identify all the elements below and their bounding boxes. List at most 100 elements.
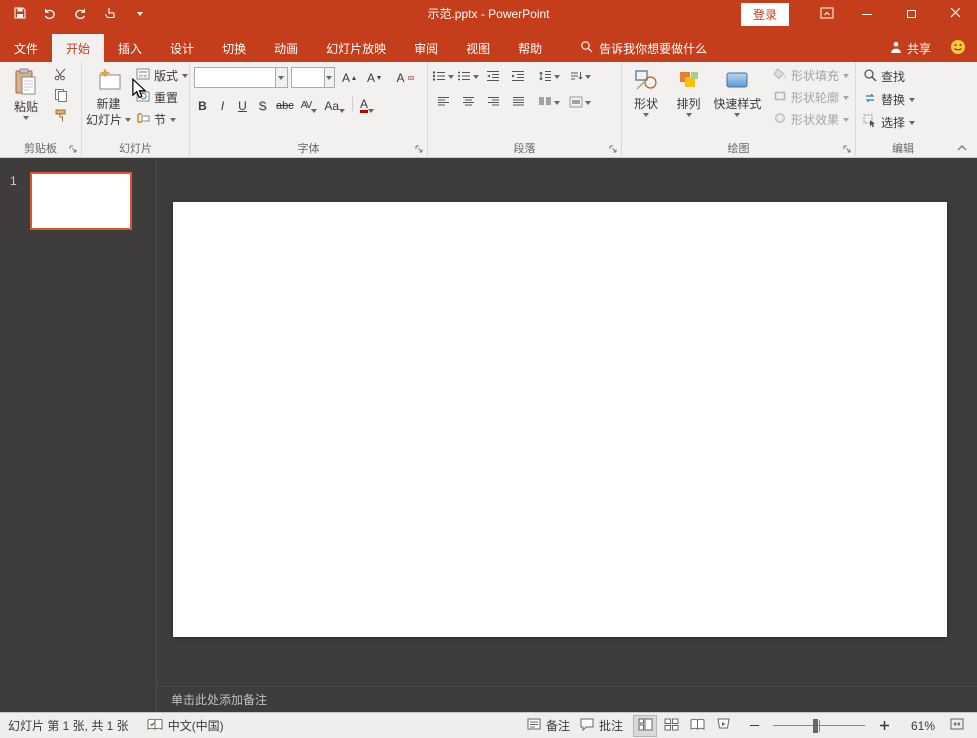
slide-indicator[interactable]: 幻灯片 第 1 张, 共 1 张 [8, 717, 129, 734]
touch-mode-button[interactable] [98, 2, 122, 26]
select-dropdown-icon [909, 121, 915, 125]
clear-formatting-button[interactable]: A [394, 68, 416, 88]
zoom-out-button[interactable] [745, 716, 763, 736]
format-painter-button[interactable] [50, 107, 72, 127]
change-case-button[interactable]: Aa [322, 95, 347, 113]
bullets-button[interactable] [432, 67, 454, 87]
zoom-slider-thumb[interactable] [813, 719, 818, 733]
select-button[interactable]: 选择 [860, 112, 947, 133]
slide-canvas[interactable] [173, 202, 947, 637]
tab-transitions[interactable]: 切换 [208, 34, 260, 62]
shape-outline-button[interactable]: 形状轮廓 [770, 87, 852, 108]
undo-button[interactable] [38, 2, 62, 26]
tab-view[interactable]: 视图 [452, 34, 504, 62]
font-color-button[interactable]: A [358, 95, 376, 113]
font-dialog-launcher[interactable] [413, 143, 425, 155]
cut-icon [54, 67, 68, 84]
character-spacing-button[interactable]: AV [299, 95, 320, 113]
tell-me-search[interactable]: 告诉我你想要做什么 [572, 34, 715, 62]
feedback-smiley-button[interactable] [947, 37, 969, 59]
shape-effects-button[interactable]: 形状效果 [770, 109, 852, 130]
increase-font-size-button[interactable]: A [338, 68, 360, 88]
comments-toggle-button[interactable]: 批注 [580, 717, 623, 734]
slide-thumbnail-1[interactable] [30, 172, 132, 230]
font-size-dropdown[interactable] [324, 68, 334, 87]
zoom-slider[interactable] [773, 715, 865, 737]
align-left-button[interactable] [432, 93, 454, 113]
font-name-input[interactable] [195, 68, 275, 87]
increase-indent-button[interactable] [507, 67, 529, 87]
align-text-button[interactable] [569, 93, 591, 113]
reset-button[interactable]: 重置 [133, 87, 191, 108]
tab-insert[interactable]: 插入 [104, 34, 156, 62]
new-slide-button[interactable]: 新建 幻灯片 [86, 65, 131, 130]
view-slideshow-button[interactable] [711, 715, 735, 737]
paste-button[interactable]: 粘贴 [4, 65, 48, 127]
ribbon-display-options-button[interactable] [809, 0, 845, 28]
tab-home[interactable]: 开始 [52, 34, 104, 62]
layout-button[interactable]: 版式 [133, 65, 191, 86]
maximize-button[interactable] [889, 0, 933, 28]
align-center-button[interactable] [457, 93, 479, 113]
fit-slide-to-window-button[interactable] [945, 715, 969, 737]
text-shadow-button[interactable]: S [254, 95, 271, 113]
sign-in-button[interactable]: 登录 [741, 3, 789, 26]
collapse-ribbon-button[interactable] [953, 140, 971, 154]
clipboard-dialog-launcher[interactable] [67, 143, 79, 155]
strikethrough-button[interactable]: abc [274, 95, 296, 113]
tab-design[interactable]: 设计 [156, 34, 208, 62]
section-button[interactable]: 节 [133, 109, 191, 130]
feedback-icon [950, 39, 966, 58]
language-indicator[interactable]: 中文(中国) [147, 717, 224, 734]
numbering-dropdown-icon [473, 75, 479, 79]
save-button[interactable] [8, 2, 32, 26]
zoom-in-button[interactable] [875, 716, 893, 736]
underline-button[interactable]: U [234, 95, 251, 113]
columns-button[interactable] [538, 93, 560, 113]
customize-qat-button[interactable] [128, 2, 152, 26]
view-slide-sorter-button[interactable] [659, 715, 683, 737]
slide-thumbnail-panel[interactable]: 1 [0, 158, 157, 712]
zoom-level[interactable]: 61% [903, 719, 935, 733]
notes-toggle-button[interactable]: 备注 [527, 717, 570, 734]
shapes-button[interactable]: 形状 [626, 65, 666, 130]
decrease-font-size-button[interactable]: A [363, 68, 385, 88]
tab-slideshow[interactable]: 幻灯片放映 [312, 34, 400, 62]
bold-button[interactable]: B [194, 95, 211, 113]
quick-styles-button[interactable]: 快速样式 [711, 65, 764, 130]
view-normal-button[interactable] [633, 715, 657, 737]
font-name-dropdown[interactable] [275, 68, 287, 87]
share-button[interactable]: 共享 [890, 40, 931, 57]
italic-button[interactable]: I [214, 95, 231, 113]
drawing-dialog-launcher[interactable] [841, 143, 853, 155]
view-reading-button[interactable] [685, 715, 709, 737]
tab-help[interactable]: 帮助 [504, 34, 556, 62]
notes-pane[interactable]: 单击此处添加备注 [157, 686, 977, 712]
tab-animations[interactable]: 动画 [260, 34, 312, 62]
find-button[interactable]: 查找 [860, 66, 947, 87]
arrange-button[interactable]: 排列 [668, 65, 708, 130]
group-slides: 新建 幻灯片 版式 重置 [82, 62, 190, 157]
cut-button[interactable] [50, 65, 72, 85]
numbering-button[interactable] [457, 67, 479, 87]
font-size-input[interactable] [292, 68, 324, 87]
section-label: 节 [154, 111, 166, 128]
font-size-combo[interactable] [291, 67, 335, 88]
tab-file[interactable]: 文件 [0, 34, 52, 62]
font-name-combo[interactable] [194, 67, 288, 88]
text-direction-button[interactable] [569, 67, 591, 87]
redo-button[interactable] [68, 2, 92, 26]
replace-button[interactable]: 替换 [860, 89, 947, 110]
zoom-out-icon [750, 725, 759, 727]
ribbon: 粘贴 剪贴板 [0, 62, 977, 158]
close-button[interactable] [933, 0, 977, 28]
tab-review[interactable]: 审阅 [400, 34, 452, 62]
align-right-button[interactable] [482, 93, 504, 113]
copy-button[interactable] [50, 86, 72, 106]
minimize-button[interactable] [845, 0, 889, 28]
line-spacing-button[interactable] [538, 67, 560, 87]
decrease-indent-button[interactable] [482, 67, 504, 87]
paragraph-dialog-launcher[interactable] [607, 143, 619, 155]
justify-button[interactable] [507, 93, 529, 113]
shape-fill-button[interactable]: 形状填充 [770, 65, 852, 86]
